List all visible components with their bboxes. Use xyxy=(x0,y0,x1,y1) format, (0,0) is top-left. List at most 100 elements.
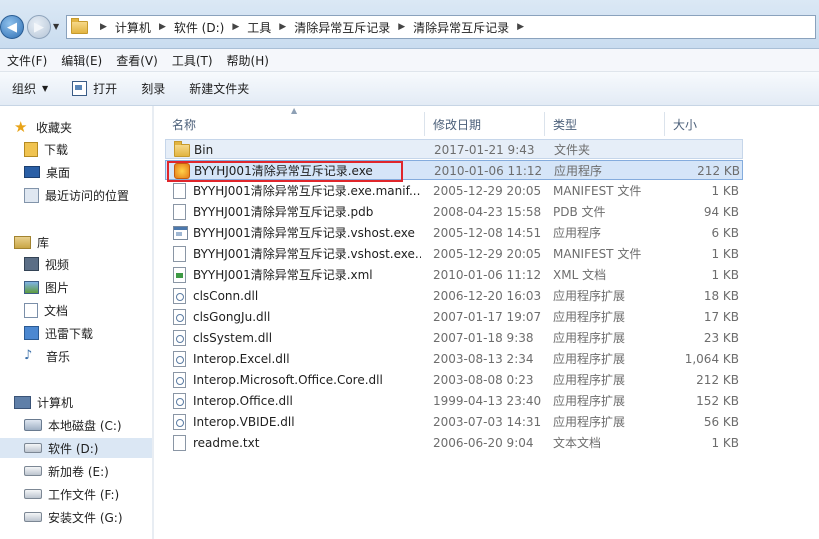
nav-documents[interactable]: 文档 xyxy=(0,300,152,320)
nav-pictures[interactable]: 图片 xyxy=(0,277,152,297)
file-name: Interop.VBIDE.dll xyxy=(193,415,295,429)
app-icon xyxy=(174,163,190,179)
nav-computer[interactable]: 计算机 xyxy=(0,392,152,412)
chevron-right-icon[interactable]: ▶ xyxy=(92,22,115,32)
open-label: 打开 xyxy=(93,82,118,96)
breadcrumb-item[interactable]: 计算机 xyxy=(115,19,151,36)
chevron-right-icon[interactable]: ▶ xyxy=(151,22,174,32)
address-bar[interactable]: ▶ 计算机 ▶ 软件 (D:) ▶ 工具 ▶ 清除异常互斥记录 ▶ 清除异常互斥… xyxy=(66,15,816,39)
new-folder-button[interactable]: 新建文件夹 xyxy=(177,72,261,105)
nav-drive-d[interactable]: 软件 (D:) xyxy=(0,438,152,458)
file-row[interactable]: BYYHJ001清除异常互斥记录.vshost.exe.... 2005-12-2… xyxy=(165,244,743,264)
forward-button[interactable]: ▶ xyxy=(27,15,51,39)
column-divider[interactable] xyxy=(424,112,425,136)
chevron-right-icon[interactable]: ▶ xyxy=(390,22,413,32)
nav-label: 新加卷 (E:) xyxy=(48,464,109,479)
computer-icon xyxy=(14,395,31,409)
nav-label: 收藏夹 xyxy=(36,120,73,135)
dll-icon xyxy=(173,372,186,388)
nav-libraries[interactable]: 库 xyxy=(0,232,152,252)
file-row[interactable]: BYYHJ001清除异常互斥记录.exe.manif... 2005-12-29 … xyxy=(165,181,743,201)
file-type: XML 文档 xyxy=(553,268,607,282)
column-header-type[interactable]: 类型 xyxy=(553,112,577,136)
picture-icon xyxy=(24,280,39,294)
file-row[interactable]: BYYHJ001清除异常互斥记录.xml 2010-01-06 11:12 XML … xyxy=(165,265,743,285)
column-header-name[interactable]: 名称 xyxy=(172,112,196,136)
menu-view[interactable]: 查看(V) xyxy=(109,52,165,69)
star-icon: ★ xyxy=(14,118,28,136)
nav-label: 安装文件 (G:) xyxy=(48,510,123,525)
nav-videos[interactable]: 视频 xyxy=(0,254,152,274)
menu-edit[interactable]: 编辑(E) xyxy=(54,52,109,69)
back-button[interactable]: ◀ xyxy=(0,15,24,39)
file-type: 应用程序 xyxy=(554,164,603,178)
nav-drive-f[interactable]: 工作文件 (F:) xyxy=(0,484,152,504)
breadcrumb: ▶ 计算机 ▶ 软件 (D:) ▶ 工具 ▶ 清除异常互斥记录 ▶ 清除异常互斥… xyxy=(92,16,532,38)
nav-drive-e[interactable]: 新加卷 (E:) xyxy=(0,461,152,481)
file-row[interactable]: Interop.VBIDE.dll 2003-07-03 14:31 应用程序扩展 5… xyxy=(165,412,743,432)
nav-desktop[interactable]: 桌面 xyxy=(0,162,152,182)
nav-music[interactable]: ♪ 音乐 xyxy=(0,346,152,366)
recent-pages-dropdown[interactable]: ▼ xyxy=(53,22,59,31)
file-icon-cell xyxy=(173,307,189,327)
file-row[interactable]: Interop.Office.dll 1999-04-13 23:40 应用程序扩展… xyxy=(165,391,743,411)
arrow-left-icon: ◀ xyxy=(7,19,17,35)
nav-drive-g[interactable]: 安装文件 (G:) xyxy=(0,507,152,527)
burn-label: 刻录 xyxy=(141,82,166,96)
file-row[interactable]: clsSystem.dll 2007-01-18 9:38 应用程序扩展 23 KB xyxy=(165,328,743,348)
file-row[interactable]: readme.txt 2006-06-20 9:04 文本文档 1 KB xyxy=(165,433,743,453)
chevron-right-icon[interactable]: ▶ xyxy=(509,22,532,32)
breadcrumb-item[interactable]: 清除异常互斥记录 xyxy=(413,19,509,36)
nav-favorites[interactable]: ★ 收藏夹 xyxy=(0,117,152,137)
organize-button[interactable]: 组织 ▼ xyxy=(0,72,60,105)
nav-downloads[interactable]: 下载 xyxy=(0,139,152,159)
file-row[interactable]: Bin 2017-01-21 9:43 文件夹 xyxy=(165,139,743,159)
menu-file[interactable]: 文件(F) xyxy=(0,52,54,69)
nav-thunder[interactable]: 迅雷下载 xyxy=(0,323,152,343)
nav-label: 迅雷下载 xyxy=(45,326,94,341)
menu-tools[interactable]: 工具(T) xyxy=(165,52,220,69)
file-modified: 2005-12-29 20:05 xyxy=(433,247,542,261)
nav-label: 库 xyxy=(37,235,50,250)
column-divider[interactable] xyxy=(544,112,545,136)
drive-icon xyxy=(24,466,42,476)
chevron-right-icon[interactable]: ▶ xyxy=(271,22,294,32)
file-row[interactable]: BYYHJ001清除异常互斥记录.vshost.exe 2005-12-08 14… xyxy=(165,223,743,243)
command-toolbar: 组织 ▼ 打开 刻录 新建文件夹 xyxy=(0,72,819,106)
nav-recent[interactable]: 最近访问的位置 xyxy=(0,185,152,205)
column-divider[interactable] xyxy=(664,112,665,136)
file-row[interactable]: Interop.Excel.dll 2003-08-13 2:34 应用程序扩展 1,… xyxy=(165,349,743,369)
column-header-modified[interactable]: 修改日期 xyxy=(433,112,481,136)
burn-button[interactable]: 刻录 xyxy=(129,72,177,105)
file-name: clsConn.dll xyxy=(193,289,259,303)
document-icon xyxy=(173,183,186,199)
nav-drive-c[interactable]: 本地磁盘 (C:) xyxy=(0,415,152,435)
menu-help[interactable]: 帮助(H) xyxy=(220,52,276,69)
breadcrumb-item[interactable]: 清除异常互斥记录 xyxy=(294,19,390,36)
file-type: 文本文档 xyxy=(553,436,602,450)
file-icon-cell xyxy=(173,181,189,201)
file-row[interactable]: BYYHJ001清除异常互斥记录.exe 2010-01-06 11:12 应用程序… xyxy=(165,160,743,180)
open-button[interactable]: 打开 xyxy=(60,72,129,105)
document-icon xyxy=(173,204,186,220)
pane-splitter[interactable] xyxy=(152,106,154,539)
file-icon-cell xyxy=(174,161,190,181)
dll-icon xyxy=(173,351,186,367)
file-row[interactable]: BYYHJ001清除异常互斥记录.pdb 2008-04-23 15:58 PDB … xyxy=(165,202,743,222)
documents-icon xyxy=(24,302,38,318)
document-icon xyxy=(173,246,186,262)
file-row[interactable]: clsConn.dll 2006-12-20 16:03 应用程序扩展 18 KB xyxy=(165,286,743,306)
file-modified: 2008-04-23 15:58 xyxy=(433,205,542,219)
nav-label: 视频 xyxy=(45,257,70,272)
file-size: 1 KB xyxy=(711,184,739,198)
column-header-size[interactable]: 大小 xyxy=(673,112,697,136)
file-type: 应用程序 xyxy=(553,226,602,240)
address-toolbar: ◀ ▶ ▼ ▶ 计算机 ▶ 软件 (D:) ▶ 工具 ▶ 清除异常互斥记录 ▶ … xyxy=(0,0,819,49)
file-name: BYYHJ001清除异常互斥记录.xml xyxy=(193,268,373,282)
file-row[interactable]: clsGongJu.dll 2007-01-17 19:07 应用程序扩展 17 KB xyxy=(165,307,743,327)
chevron-right-icon[interactable]: ▶ xyxy=(224,22,247,32)
xml-icon xyxy=(173,267,186,283)
file-row[interactable]: Interop.Microsoft.Office.Core.dll 2003-08… xyxy=(165,370,743,390)
breadcrumb-item[interactable]: 工具 xyxy=(247,19,271,36)
breadcrumb-item[interactable]: 软件 (D:) xyxy=(174,19,224,36)
